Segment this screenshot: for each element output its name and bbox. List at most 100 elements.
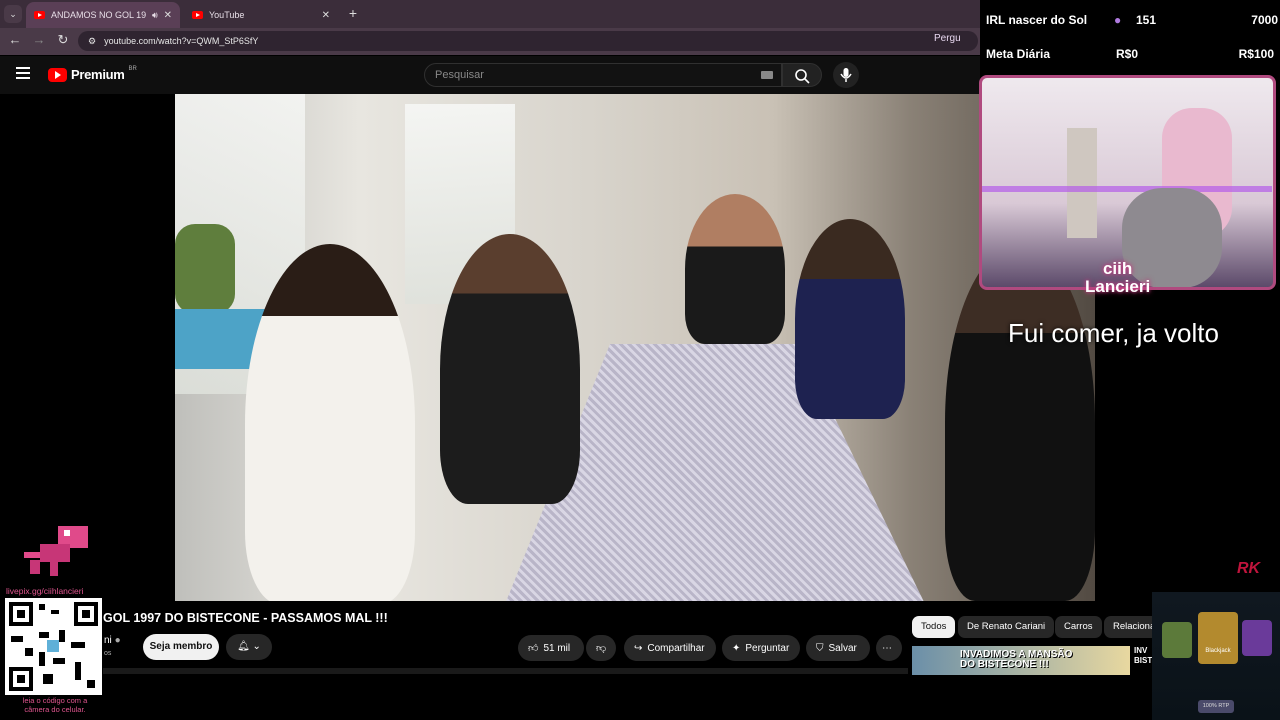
join-button[interactable]: Seja membro: [143, 634, 219, 660]
viewer-icon: ●: [1114, 13, 1122, 27]
ad-card-3: [1242, 620, 1272, 656]
ask-label: Pergu: [934, 33, 961, 44]
goal-row-sunrise: IRL nascer do Sol ● 151 7000: [986, 13, 1278, 27]
rec-title-line-2: BIST: [1134, 656, 1153, 665]
stream-status-text: Fui comer, ja volto: [1008, 318, 1219, 348]
like-count: 51 mil: [543, 642, 571, 654]
search-icon: [795, 69, 810, 84]
ad-game-label: Blackjack: [1205, 648, 1231, 654]
webcam-feed: [979, 75, 1276, 290]
goal-row-daily: Meta Diária R$0 R$100: [986, 47, 1274, 61]
qr-line-2: câmera do celular.: [24, 705, 86, 714]
more-icon: ⋯: [882, 642, 892, 654]
subscription-bell-button[interactable]: 🔔︎ ⌄: [226, 634, 272, 660]
shelf: [1067, 128, 1097, 238]
goal-current: R$0: [1116, 47, 1139, 61]
tab-video[interactable]: ANDAMOS NO GOL 1997 D 🔊︎ ✕: [26, 2, 180, 28]
person-5: [945, 244, 1095, 601]
thumbnail-text: INVADIMOS A MANSÃO DO BISTECONE !!!: [960, 650, 1072, 670]
sparkle-icon: ✦: [732, 642, 741, 654]
dislike-button[interactable]: 👎︎: [586, 635, 616, 661]
bell-icon: 🔔︎: [237, 641, 250, 652]
goal-target: R$100: [1238, 47, 1274, 61]
ask-label: Perguntar: [745, 642, 790, 654]
save-button[interactable]: ⛉ Salvar: [806, 635, 870, 661]
recommended-video-title[interactable]: INV BIST: [1134, 646, 1152, 666]
person-2: [440, 234, 580, 504]
streamer-name: ciih Lancieri: [1085, 260, 1150, 296]
like-button[interactable]: 👍︎ 51 mil: [518, 635, 584, 661]
back-icon[interactable]: ←: [6, 32, 24, 47]
name-line-1: ciih: [1102, 259, 1133, 278]
tab-youtube[interactable]: YouTube ✕: [184, 2, 338, 28]
description-box[interactable]: [103, 668, 908, 674]
url-text: youtube.com/watch?v=QWM_StP6SfY: [104, 36, 259, 46]
verified-icon: ●: [114, 635, 121, 646]
chip-channel[interactable]: De Renato Cariani: [958, 616, 1055, 638]
forward-icon[interactable]: →: [30, 32, 48, 47]
menu-icon[interactable]: [16, 67, 30, 79]
voice-search-button[interactable]: [833, 62, 859, 88]
ad-rtp-badge: 100% RTP: [1198, 700, 1234, 713]
new-tab-button[interactable]: +: [344, 4, 362, 22]
person-4: [795, 219, 905, 419]
qr-code: [5, 598, 102, 695]
ad-card-blackjack: Blackjack: [1198, 612, 1238, 664]
goal-count: 151: [1136, 13, 1157, 27]
pixel-pet-icon: [24, 526, 88, 576]
name-line-2: Lancieri: [1085, 277, 1151, 296]
youtube-logo[interactable]: Premium BR: [48, 65, 137, 82]
save-label: Salvar: [828, 642, 857, 654]
region-label: BR: [128, 65, 137, 72]
channel-watermark: RK: [1237, 560, 1261, 577]
person-1: [245, 244, 415, 601]
livepix-url: livepix.gg/ciihlancieri: [6, 586, 84, 596]
reload-icon[interactable]: ↻: [54, 32, 72, 48]
goal-label: Meta Diária: [986, 47, 1051, 61]
led-strip: [982, 186, 1272, 192]
thumbs-up-icon: 👍︎: [528, 643, 539, 654]
thumbs-down-icon: 👎︎: [596, 643, 607, 654]
channel-name-text: ni: [104, 635, 112, 646]
person-3: [685, 194, 785, 344]
site-info-icon[interactable]: ⚙: [88, 36, 96, 47]
goal-label: IRL nascer do Sol: [986, 13, 1088, 27]
goal-target: 7000: [1251, 13, 1278, 27]
stream-goal-panel: [980, 0, 1280, 74]
ask-button[interactable]: Pergu: [934, 33, 961, 44]
subscriber-count: os: [104, 650, 112, 657]
qr-instructions: leia o código com a câmera do celular.: [10, 696, 100, 714]
qr-line-1: leia o código com a: [22, 696, 88, 705]
close-tab-icon[interactable]: ✕: [322, 10, 330, 21]
ask-ai-button[interactable]: ✦ Perguntar: [722, 635, 800, 661]
youtube-favicon-icon: [192, 11, 203, 19]
share-label: Compartilhar: [647, 642, 705, 654]
chevron-down-icon: ⌄: [252, 641, 261, 652]
microphone-icon: [840, 68, 852, 82]
close-tab-icon[interactable]: ✕: [164, 10, 172, 21]
search-button[interactable]: [782, 63, 822, 87]
share-button[interactable]: ↪ Compartilhar: [624, 635, 716, 661]
bookmark-icon: ⛉: [816, 642, 824, 654]
video-title: GOL 1997 DO BISTECONE - PASSAMOS MAL !!!: [103, 611, 388, 625]
thumbnail-line-2: DO BISTECONE !!!: [960, 659, 1049, 670]
search-input[interactable]: Pesquisar: [424, 63, 782, 87]
ad-card-1: [1162, 622, 1192, 658]
tab-search-icon[interactable]: ⌄: [4, 5, 22, 23]
video-player[interactable]: [175, 94, 1095, 601]
rec-title-line-1: INV: [1134, 646, 1148, 655]
tab-title: ANDAMOS NO GOL 1997 D: [51, 10, 146, 20]
address-bar[interactable]: ⚙ youtube.com/watch?v=QWM_StP6SfY: [78, 31, 978, 51]
more-actions-button[interactable]: ⋯: [876, 635, 902, 661]
speaker-icon[interactable]: 🔊︎: [152, 10, 158, 21]
chip-cars[interactable]: Carros: [1055, 616, 1102, 638]
keyboard-icon[interactable]: [761, 71, 773, 79]
share-icon: ↪: [634, 642, 643, 654]
channel-name[interactable]: ni ●: [104, 635, 121, 646]
youtube-favicon-icon: [34, 11, 45, 19]
youtube-play-icon: [48, 67, 67, 82]
logo-text: Premium: [71, 67, 125, 82]
tab-title: YouTube: [209, 10, 245, 20]
chip-all[interactable]: Todos: [912, 616, 956, 638]
qr-pattern: [9, 602, 98, 691]
